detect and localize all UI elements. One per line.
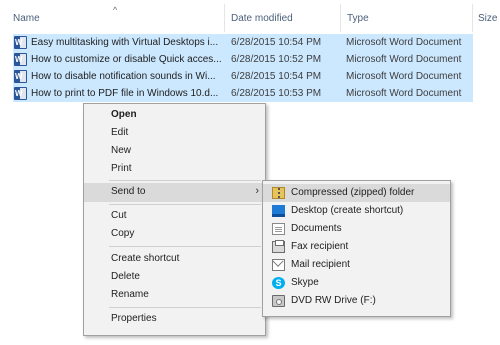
file-name: Easy multitasking with Virtual Desktops … <box>31 37 219 48</box>
column-name[interactable]: Name <box>13 13 40 24</box>
file-row[interactable]: W How to customize or disable Quick acce… <box>13 51 473 68</box>
send-to-fax-recipient[interactable]: Fax recipient <box>263 238 450 256</box>
file-date-modified: 6/28/2015 10:52 PM <box>231 54 322 65</box>
menu-item-label: Open <box>111 109 137 120</box>
file-name: How to disable notification sounds in Wi… <box>31 71 216 82</box>
send-to-compressed-folder[interactable]: Compressed (zipped) folder <box>263 184 450 202</box>
menu-item-open[interactable]: Open <box>84 106 265 125</box>
menu-item-label: Cut <box>111 210 127 221</box>
file-type: Microsoft Word Document <box>346 54 462 65</box>
desktop-icon <box>272 205 285 217</box>
submenu-item-label: Fax recipient <box>291 241 349 252</box>
submenu-item-label: Compressed (zipped) folder <box>291 187 415 198</box>
context-menu: Open Edit New Print Send to › Cut Copy C… <box>83 103 266 336</box>
submenu-item-label: Desktop (create shortcut) <box>291 205 404 216</box>
menu-item-cut[interactable]: Cut <box>84 207 265 226</box>
column-divider[interactable] <box>224 4 225 32</box>
menu-separator <box>109 307 261 308</box>
mail-icon <box>272 259 285 271</box>
file-date-modified: 6/28/2015 10:54 PM <box>231 71 322 82</box>
word-doc-icon: W <box>14 53 27 66</box>
menu-item-send-to[interactable]: Send to › <box>84 183 265 202</box>
menu-item-label: New <box>111 145 132 156</box>
menu-item-copy[interactable]: Copy <box>84 225 265 244</box>
menu-item-create-shortcut[interactable]: Create shortcut <box>84 250 265 269</box>
menu-item-new[interactable]: New <box>84 142 265 161</box>
menu-separator <box>109 204 261 205</box>
word-doc-icon: W <box>14 87 27 100</box>
menu-separator <box>109 180 261 181</box>
menu-item-rename[interactable]: Rename <box>84 286 265 305</box>
zip-folder-icon <box>272 187 285 199</box>
sort-ascending-icon[interactable]: ^ <box>113 5 117 15</box>
send-to-desktop[interactable]: Desktop (create shortcut) <box>263 202 450 220</box>
menu-item-label: Print <box>111 163 132 174</box>
menu-item-label: Delete <box>111 271 140 282</box>
submenu-item-label: DVD RW Drive (F:) <box>291 295 376 306</box>
file-row[interactable]: W How to print to PDF file in Windows 10… <box>13 85 473 102</box>
file-date-modified: 6/28/2015 10:54 PM <box>231 37 322 48</box>
menu-item-label: Rename <box>111 289 149 300</box>
send-to-documents[interactable]: Documents <box>263 220 450 238</box>
submenu-item-label: Skype <box>291 277 319 288</box>
word-doc-icon: W <box>14 70 27 83</box>
column-divider[interactable] <box>472 4 473 32</box>
menu-item-label: Create shortcut <box>111 253 180 264</box>
menu-item-edit[interactable]: Edit <box>84 124 265 143</box>
file-row[interactable]: W Easy multitasking with Virtual Desktop… <box>13 34 473 51</box>
send-to-dvd-drive[interactable]: DVD RW Drive (F:) <box>263 292 450 310</box>
file-row[interactable]: W How to disable notification sounds in … <box>13 68 473 85</box>
column-header: ^ Name Date modified Type Size <box>0 0 500 34</box>
file-type: Microsoft Word Document <box>346 37 462 48</box>
send-to-submenu: Compressed (zipped) folder Desktop (crea… <box>262 180 451 317</box>
submenu-item-label: Documents <box>291 223 342 234</box>
file-type: Microsoft Word Document <box>346 88 462 99</box>
file-name: How to print to PDF file in Windows 10.d… <box>31 88 219 99</box>
menu-item-label: Send to <box>111 186 146 197</box>
menu-item-label: Edit <box>111 127 129 138</box>
menu-item-label: Copy <box>111 228 135 239</box>
menu-item-label: Properties <box>111 313 157 324</box>
menu-item-print[interactable]: Print <box>84 160 265 179</box>
skype-icon: S <box>272 277 285 289</box>
menu-separator <box>109 246 261 247</box>
file-type: Microsoft Word Document <box>346 71 462 82</box>
menu-item-properties[interactable]: Properties <box>84 310 265 329</box>
fax-icon <box>272 240 285 253</box>
documents-icon <box>272 223 285 235</box>
column-divider[interactable] <box>340 4 341 32</box>
column-size[interactable]: Size <box>478 13 497 24</box>
word-doc-icon: W <box>14 36 27 49</box>
file-date-modified: 6/28/2015 10:53 PM <box>231 88 322 99</box>
file-name: How to customize or disable Quick acces.… <box>31 54 222 65</box>
column-type[interactable]: Type <box>347 13 369 24</box>
submenu-item-label: Mail recipient <box>291 259 350 270</box>
dvd-drive-icon <box>272 295 285 307</box>
send-to-skype[interactable]: S Skype <box>263 274 450 292</box>
chevron-right-icon: › <box>255 185 259 197</box>
send-to-mail-recipient[interactable]: Mail recipient <box>263 256 450 274</box>
menu-item-delete[interactable]: Delete <box>84 268 265 287</box>
column-date-modified[interactable]: Date modified <box>231 13 293 24</box>
